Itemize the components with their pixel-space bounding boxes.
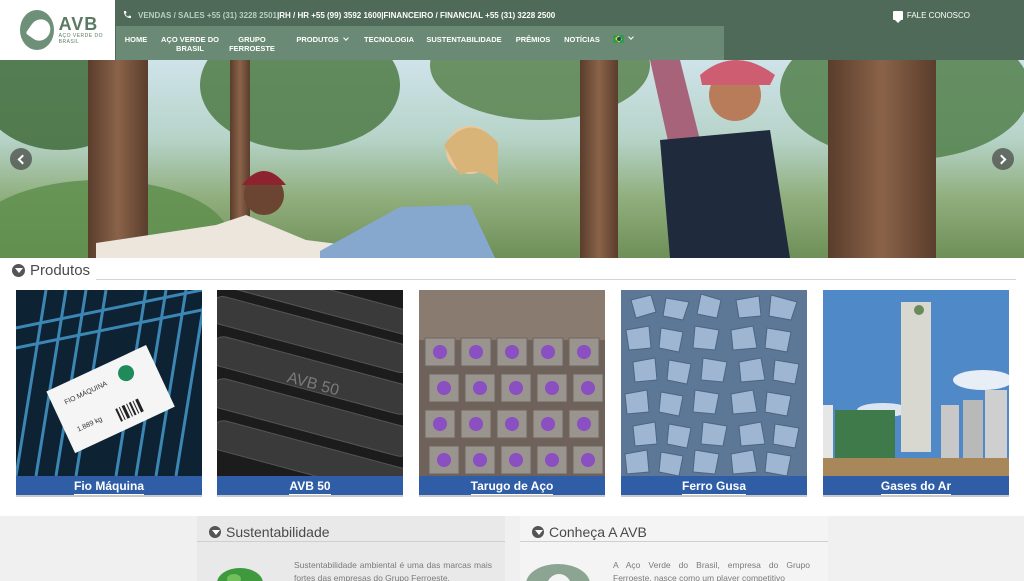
nav-grupo-ferroeste[interactable]: GRUPO FERROESTE <box>224 26 280 53</box>
slider-prev-button[interactable] <box>10 148 32 170</box>
chevron-right-icon <box>996 154 1007 164</box>
logo-subtitle: AÇO VERDE DO BRASIL <box>58 33 103 45</box>
product-image <box>419 290 605 476</box>
avb-logo-icon <box>20 10 54 50</box>
about-box: Conheça A AVB A Aço Verde do Brasil, emp… <box>520 516 828 581</box>
sales-phone[interactable]: VENDAS / SALES +55 (31) 3228 2501 <box>138 11 277 20</box>
about-title: Conheça A AVB <box>532 524 647 540</box>
products-header: Produtos <box>0 260 1024 282</box>
products-title: Produtos <box>12 262 90 279</box>
nav-noticias[interactable]: NOTÍCIAS <box>560 26 604 44</box>
product-card-avb-50[interactable]: AVB 50 AVB 50 <box>217 290 403 497</box>
product-label[interactable]: AVB 50 <box>217 476 403 497</box>
product-image: FIO MÁQUINA 1.889 kg <box>16 290 202 476</box>
tree-trunk <box>828 60 936 258</box>
chevron-down-icon <box>342 35 349 41</box>
sustainability-box: Sustentabilidade Sustentabilidade ambien… <box>197 516 505 581</box>
chevron-down-icon <box>628 34 634 40</box>
product-image <box>823 290 1009 476</box>
finance-phone[interactable]: FINANCEIRO / FINANCIAL +55 (31) 3228 250… <box>384 11 556 20</box>
language-selector[interactable] <box>608 26 638 43</box>
contact-link[interactable]: FALE CONOSCO <box>892 8 970 23</box>
arrow-down-circle-icon <box>12 264 25 277</box>
child-photo <box>650 60 790 258</box>
product-image: AVB 50 <box>217 290 403 476</box>
sustainability-title-text: Sustentabilidade <box>226 524 330 540</box>
hero-banner <box>0 60 1024 258</box>
product-card-gases[interactable]: Gases do Ar <box>823 290 1009 497</box>
product-label-text: Gases do Ar <box>880 479 952 495</box>
nav-produtos[interactable]: PRODUTOS <box>288 26 356 44</box>
nav-produtos-label: PRODUTOS <box>296 35 339 44</box>
nav-premios[interactable]: PRÊMIOS <box>510 26 556 44</box>
slider-next-button[interactable] <box>992 148 1014 170</box>
nav-home[interactable]: HOME <box>118 26 154 44</box>
product-card-fio-maquina[interactable]: FIO MÁQUINA 1.889 kg Fio Máquina <box>16 290 202 497</box>
info-section: Sustentabilidade Sustentabilidade ambien… <box>0 516 1024 581</box>
product-image <box>621 290 807 476</box>
product-label[interactable]: Gases do Ar <box>823 476 1009 497</box>
brazil-flag-icon <box>613 35 624 43</box>
product-label-text: Fio Máquina <box>74 479 144 495</box>
hr-phone[interactable]: RH / HR +55 (99) 3592 1600 <box>279 11 381 20</box>
child-photo <box>320 126 498 258</box>
about-title-text: Conheça A AVB <box>549 524 647 540</box>
phone-icon <box>123 11 131 19</box>
info-circle-icon <box>532 526 544 538</box>
avb-logo-icon <box>526 564 590 581</box>
sustainability-text: Sustentabilidade ambiental é uma das mar… <box>294 560 492 581</box>
product-card-tarugo[interactable]: Tarugo de Aço <box>419 290 605 497</box>
product-card-ferro-gusa[interactable]: Ferro Gusa <box>621 290 807 497</box>
nav-sustentabilidade[interactable]: SUSTENTABILIDADE <box>422 26 506 44</box>
main-nav: HOME AÇO VERDE DO BRASIL GRUPO FERROESTE… <box>116 26 724 60</box>
logo[interactable]: AVB AÇO VERDE DO BRASIL <box>0 0 115 60</box>
divider <box>96 279 1016 280</box>
site-header: AVB AÇO VERDE DO BRASIL VENDAS / SALES +… <box>0 0 1024 60</box>
product-label[interactable]: Fio Máquina <box>16 476 202 497</box>
tree-trunk <box>580 60 618 258</box>
products-title-text: Produtos <box>30 262 91 279</box>
nav-aco-verde[interactable]: AÇO VERDE DO BRASIL <box>160 26 220 53</box>
product-label[interactable]: Tarugo de Aço <box>419 476 605 497</box>
nav-tecnologia[interactable]: TECNOLOGIA <box>360 26 418 44</box>
chat-icon <box>892 10 903 23</box>
contact-bar: VENDAS / SALES +55 (31) 3228 2501 | RH /… <box>122 8 555 22</box>
divider <box>520 541 828 542</box>
product-label-text: Ferro Gusa <box>681 479 747 495</box>
product-label[interactable]: Ferro Gusa <box>621 476 807 497</box>
globe-icon <box>217 568 263 581</box>
about-text: A Aço Verde do Brasil, empresa do Grupo … <box>613 560 810 581</box>
divider <box>197 541 505 542</box>
sustainability-title: Sustentabilidade <box>209 524 330 540</box>
chevron-left-icon <box>17 154 28 164</box>
contact-link-label: FALE CONOSCO <box>906 10 970 20</box>
product-label-text: AVB 50 <box>289 479 331 495</box>
product-label-text: Tarugo de Aço <box>470 479 554 495</box>
logo-name: AVB <box>58 14 99 34</box>
leaf-circle-icon <box>209 526 221 538</box>
